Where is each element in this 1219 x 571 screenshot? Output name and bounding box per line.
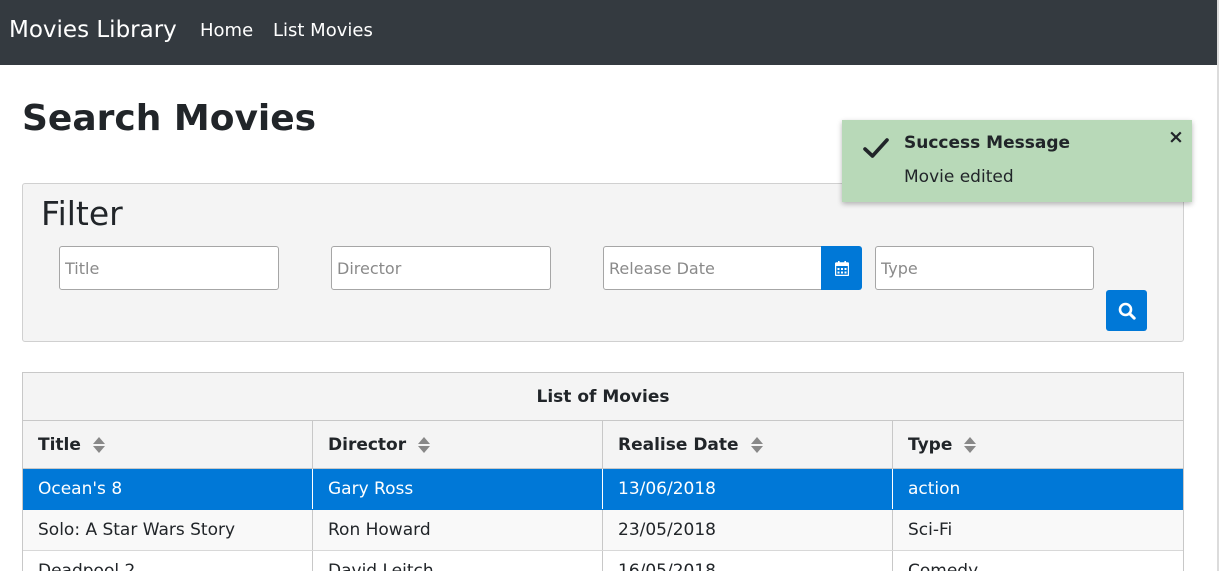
brand-logo[interactable]: Movies Library bbox=[9, 17, 177, 43]
column-header-label: Type bbox=[908, 434, 953, 455]
title-filter-input[interactable] bbox=[59, 246, 279, 290]
cell-director: David Leitch bbox=[313, 551, 603, 571]
calendar-icon bbox=[834, 260, 849, 276]
column-header-title[interactable]: Title bbox=[23, 421, 313, 468]
cell-date: 13/06/2018 bbox=[603, 469, 893, 509]
cell-title: Ocean's 8 bbox=[23, 469, 313, 509]
column-header-type[interactable]: Type bbox=[893, 421, 1183, 468]
table-row[interactable]: Ocean's 8 Gary Ross 13/06/2018 action bbox=[23, 469, 1183, 510]
search-icon bbox=[1118, 302, 1136, 320]
table-row[interactable]: Deadpool 2 David Leitch 16/05/2018 Comed… bbox=[23, 551, 1183, 571]
column-header-director[interactable]: Director bbox=[313, 421, 603, 468]
success-toast: Success Message Movie edited × bbox=[842, 120, 1192, 202]
column-header-realise-date[interactable]: Realise Date bbox=[603, 421, 893, 468]
cell-title: Solo: A Star Wars Story bbox=[23, 510, 313, 550]
calendar-button[interactable] bbox=[821, 246, 862, 290]
column-header-label: Director bbox=[328, 434, 407, 455]
search-button[interactable] bbox=[1106, 290, 1147, 331]
navbar: Movies Library Home List Movies bbox=[0, 0, 1217, 65]
cell-director: Gary Ross bbox=[313, 469, 603, 509]
toast-detail: Movie edited bbox=[904, 167, 1014, 187]
column-header-label: Realise Date bbox=[618, 434, 739, 455]
table-header-row: Title Director Realise Date Type bbox=[23, 421, 1183, 469]
sort-icon bbox=[92, 436, 106, 454]
director-filter-input[interactable] bbox=[331, 246, 551, 290]
close-icon[interactable]: × bbox=[1168, 126, 1184, 148]
cell-date: 23/05/2018 bbox=[603, 510, 893, 550]
check-icon bbox=[863, 138, 889, 158]
cell-type: action bbox=[908, 479, 961, 499]
sort-icon bbox=[417, 436, 431, 454]
page-title: Search Movies bbox=[22, 98, 317, 139]
filter-panel: Filter bbox=[22, 183, 1184, 342]
table-caption: List of Movies bbox=[23, 373, 1183, 421]
table-row[interactable]: Solo: A Star Wars Story Ron Howard 23/05… bbox=[23, 510, 1183, 551]
cell-date: 16/05/2018 bbox=[603, 551, 893, 571]
release-date-filter-input[interactable] bbox=[603, 246, 823, 290]
type-filter-input[interactable] bbox=[875, 246, 1094, 290]
cell-type: Comedy bbox=[908, 561, 979, 571]
cell-type: Sci-Fi bbox=[908, 520, 953, 540]
toast-summary: Success Message bbox=[904, 133, 1071, 153]
sort-icon bbox=[963, 436, 977, 454]
cell-director: Ron Howard bbox=[313, 510, 603, 550]
sort-icon bbox=[750, 436, 764, 454]
filter-title: Filter bbox=[41, 194, 123, 233]
movies-table: List of Movies Title Director Realise Da… bbox=[22, 372, 1184, 571]
nav-link-home[interactable]: Home bbox=[200, 20, 253, 41]
cell-title: Deadpool 2 bbox=[23, 551, 313, 571]
column-header-label: Title bbox=[38, 434, 81, 455]
nav-link-list-movies[interactable]: List Movies bbox=[273, 20, 373, 41]
